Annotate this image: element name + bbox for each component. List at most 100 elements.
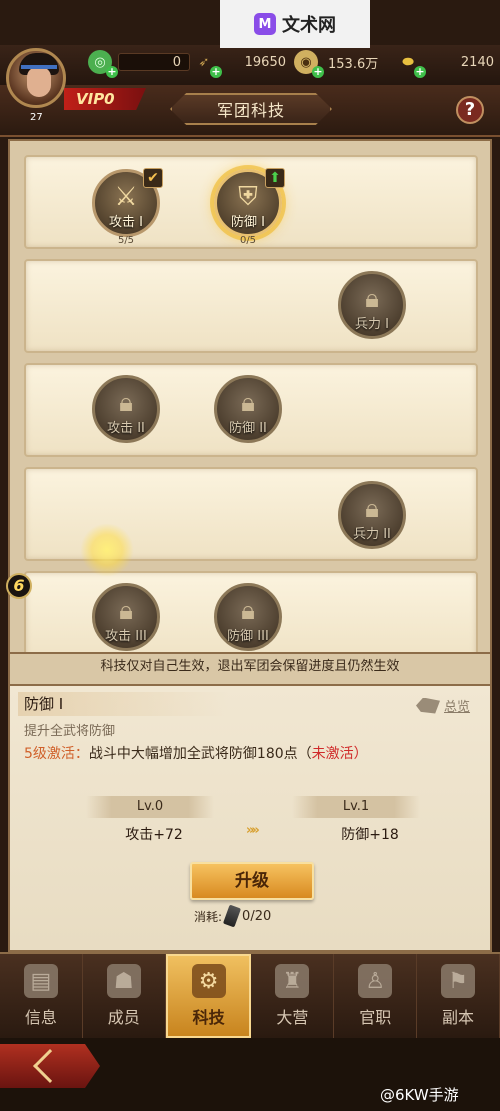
resource-bar: ◎ + 0 ➶ + 19650 ◉ + 153.6万 ⬬ + 2140 bbox=[0, 45, 500, 85]
upgrade-button[interactable]: 升级 bbox=[190, 862, 314, 900]
lock-icon: 🔒︎ bbox=[119, 388, 133, 418]
tech-row: 🔒︎ 攻击 II 🔒︎ 防御 II bbox=[24, 363, 478, 457]
tech-row: ⚔ 攻击 I ✔ 5/5 ⛨ 防御 I ⬆ 0/5 bbox=[24, 155, 478, 249]
gold-resource[interactable]: ⬬ + 2140 bbox=[396, 51, 500, 78]
tech-note: 科技仅对自己生效，退出军团会保留进度且仍然生效 bbox=[8, 654, 492, 684]
cost-amount: 0/20 bbox=[242, 908, 272, 924]
activation-level: 5级激活： bbox=[24, 746, 89, 762]
lock-icon: 🔒︎ bbox=[365, 494, 379, 524]
add-icon[interactable]: + bbox=[210, 66, 222, 78]
tech-description: 提升全武将防御 bbox=[24, 724, 116, 739]
tech-node-label: 攻击 II bbox=[107, 421, 145, 436]
activation-close: ） bbox=[353, 746, 368, 762]
watermark-banner: M 文术网 bbox=[220, 0, 370, 48]
tech-node-label: 兵力 II bbox=[353, 527, 391, 542]
upgrade-arrow-icon: ⬆ bbox=[265, 168, 285, 188]
tab-official[interactable]: ♙ 官职 bbox=[334, 954, 418, 1038]
tech-node-label: 攻击 III bbox=[105, 629, 147, 644]
camp-icon: ♜ bbox=[275, 964, 310, 998]
tech-name: 防御 I bbox=[18, 692, 228, 716]
tech-node-troops-2[interactable]: 🔒︎ 兵力 II bbox=[338, 481, 406, 549]
copper-value: 153.6万 bbox=[328, 56, 379, 72]
back-button[interactable] bbox=[0, 1044, 100, 1088]
jade-value: 0 bbox=[172, 54, 181, 70]
jade-resource[interactable]: ◎ + 0 bbox=[88, 50, 190, 78]
arrow-token-icon: ➶ + bbox=[198, 54, 222, 78]
tech-node-attack-2[interactable]: 🔒︎ 攻击 II bbox=[92, 375, 160, 443]
tab-label: 大营 bbox=[276, 1008, 309, 1027]
vip-badge[interactable]: VIP0 bbox=[64, 88, 146, 110]
chevron-right-icon: »» bbox=[246, 823, 260, 838]
activation-effect: 战斗中大幅增加全武将防御180点（ bbox=[88, 746, 312, 762]
sparkle-effect bbox=[80, 523, 134, 577]
watermark-bottom: @6KW手游 bbox=[380, 1086, 459, 1104]
upgrade-cost: 消耗: 0/20 bbox=[194, 904, 272, 928]
side-marker[interactable]: 6 bbox=[6, 573, 32, 599]
cost-label: 消耗: bbox=[194, 909, 223, 924]
tech-node-label: 攻击 I bbox=[109, 215, 143, 230]
tech-node-label: 防御 II bbox=[229, 421, 267, 436]
tech-node-progress: 0/5 bbox=[239, 235, 257, 246]
current-level: Lv.0 bbox=[86, 796, 214, 818]
tech-node-label: 兵力 I bbox=[355, 317, 389, 332]
player-level: 27 bbox=[30, 112, 43, 123]
overview-label: 总览 bbox=[444, 700, 471, 715]
tab-members[interactable]: ☗ 成员 bbox=[83, 954, 166, 1038]
tech-detail-panel: 防御 I 总览 提升全武将防御 5级激活：战斗中大幅增加全武将防御180点（未激… bbox=[8, 684, 492, 952]
tab-dungeon[interactable]: ⚑ 副本 bbox=[417, 954, 500, 1038]
tech-scroll-icon bbox=[222, 904, 242, 928]
add-icon[interactable]: + bbox=[106, 66, 118, 78]
book-icon: ▤ bbox=[23, 964, 58, 998]
tech-icon: ⚙ bbox=[191, 964, 226, 998]
token-value: 19650 bbox=[244, 54, 286, 70]
official-icon: ♙ bbox=[358, 964, 393, 998]
tech-node-defense-2[interactable]: 🔒︎ 防御 II bbox=[214, 375, 282, 443]
watermark-text: 文术网 bbox=[282, 15, 336, 36]
tech-node-defense-3[interactable]: 🔒︎ 防御 III bbox=[214, 583, 282, 651]
tab-label: 信息 bbox=[24, 1008, 57, 1027]
tab-camp[interactable]: ♜ 大营 bbox=[251, 954, 335, 1038]
overview-link[interactable]: 总览 bbox=[416, 696, 470, 715]
activation-info: 5级激活：战斗中大幅增加全武将防御180点（未激活） bbox=[24, 743, 368, 763]
lock-icon: 🔒︎ bbox=[241, 388, 255, 418]
tech-row: 🔒︎ 攻击 III 🔒︎ 防御 III bbox=[24, 571, 478, 652]
lock-icon: 🔒︎ bbox=[365, 284, 379, 314]
scroll-icon bbox=[416, 697, 440, 714]
copper-resource[interactable]: ◉ + 153.6万 bbox=[294, 50, 392, 78]
checkmark-icon: ✔ bbox=[143, 168, 163, 188]
page-title-text: 军团科技 bbox=[216, 101, 285, 120]
token-resource[interactable]: ➶ + 19650 bbox=[192, 51, 294, 78]
next-level: Lv.1 bbox=[292, 796, 420, 818]
watermark-logo-icon: M bbox=[254, 13, 276, 35]
bottom-nav: ▤ 信息 ☗ 成员 ⚙ 科技 ♜ 大营 ♙ 官职 ⚑ 副本 bbox=[0, 952, 500, 1038]
tab-label: 科技 bbox=[192, 1008, 225, 1027]
tech-row: 🔒︎ 兵力 I bbox=[24, 259, 478, 353]
tech-node-label: 防御 III bbox=[227, 629, 269, 644]
tab-label: 成员 bbox=[107, 1008, 140, 1027]
tech-node-troops-1[interactable]: 🔒︎ 兵力 I bbox=[338, 271, 406, 339]
help-button[interactable]: ? bbox=[456, 96, 484, 124]
avatar[interactable] bbox=[6, 48, 66, 108]
tech-node-attack-1[interactable]: ⚔ 攻击 I ✔ bbox=[92, 168, 163, 237]
tech-node-progress: 5/5 bbox=[117, 235, 135, 246]
next-value: 防御+18 bbox=[341, 827, 399, 843]
tech-node-defense-1[interactable]: ⛨ 防御 I ⬆ bbox=[214, 168, 285, 237]
tab-tech[interactable]: ⚙ 科技 bbox=[165, 954, 252, 1038]
gold-value: 2140 bbox=[460, 54, 494, 70]
lock-icon: 🔒︎ bbox=[119, 596, 133, 626]
tab-label: 副本 bbox=[442, 1008, 475, 1027]
gold-ingot-icon: ⬬ + bbox=[402, 54, 426, 78]
tech-node-attack-3[interactable]: 🔒︎ 攻击 III bbox=[92, 583, 160, 651]
dungeon-icon: ⚑ bbox=[441, 964, 476, 998]
add-icon[interactable]: + bbox=[414, 66, 426, 78]
tech-node-label: 防御 I bbox=[231, 215, 265, 230]
page-title: 军团科技 bbox=[170, 93, 332, 125]
activation-status: 未激活 bbox=[311, 746, 354, 762]
back-arrow-icon bbox=[33, 1049, 67, 1083]
add-icon[interactable]: + bbox=[312, 66, 324, 78]
copper-coin-icon: ◉ + bbox=[294, 50, 324, 78]
tech-tree-panel: ⚔ 攻击 I ✔ 5/5 ⛨ 防御 I ⬆ 0/5 🔒︎ 兵力 I 🔒︎ 攻击 … bbox=[8, 139, 492, 654]
current-value: 攻击+72 bbox=[125, 827, 183, 843]
tab-label: 官职 bbox=[359, 1008, 392, 1027]
tab-info[interactable]: ▤ 信息 bbox=[0, 954, 83, 1038]
